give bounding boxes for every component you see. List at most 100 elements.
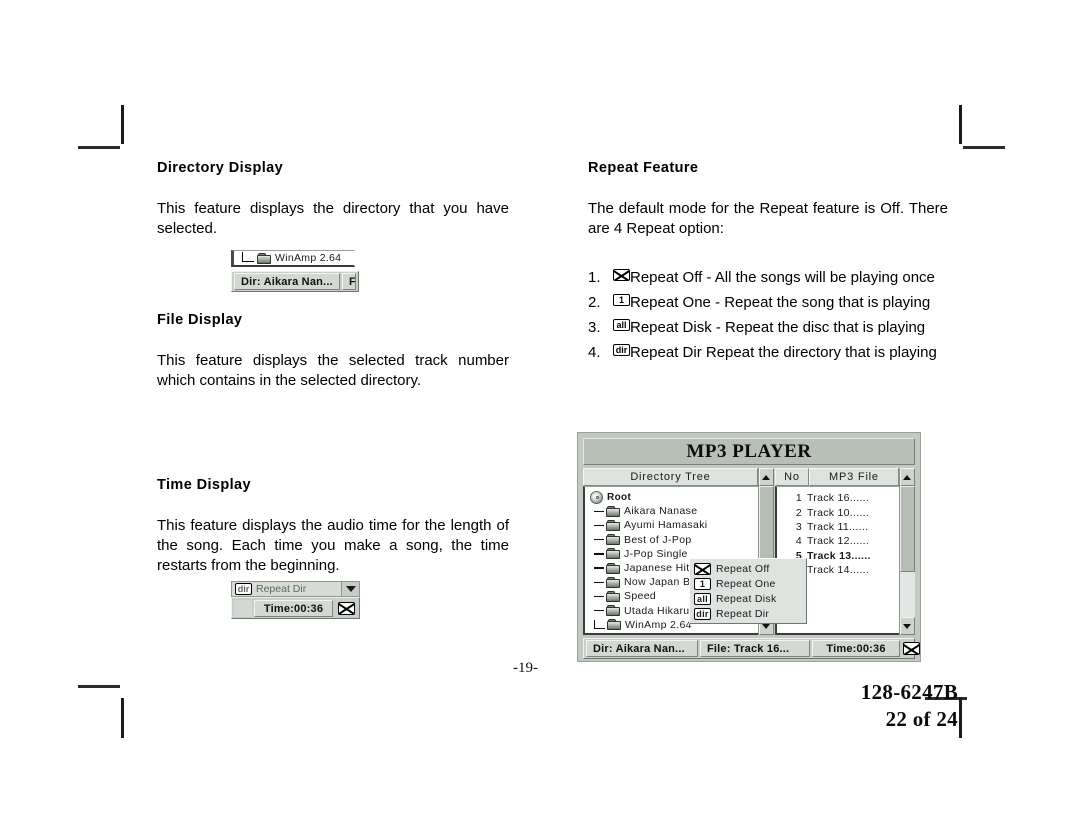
scroll-up-button[interactable] <box>899 468 915 486</box>
tree-branch-icon <box>594 524 604 527</box>
repeat-off-icon[interactable] <box>338 601 355 615</box>
status-repeat-mode-indicator[interactable] <box>903 642 920 655</box>
triangle-up-icon <box>762 474 771 480</box>
repeat-option-1-number: 1. <box>588 269 601 287</box>
folder-icon <box>606 590 620 602</box>
mp3-player-body: Directory Tree Root Aikara Nanase Ayumi … <box>583 468 915 635</box>
snippet-tree-row: WinAmp 2.64 <box>231 250 355 267</box>
mp3-player-window: MP3 PLAYER Directory Tree Root Aikara Na… <box>577 432 921 662</box>
folder-icon <box>606 548 620 560</box>
heading-time-display: Time Display <box>157 477 251 493</box>
triangle-down-icon <box>903 623 912 629</box>
tree-elbow-icon <box>242 252 254 262</box>
paragraph-repeat-feature: The default mode for the Repeat feature … <box>588 200 948 238</box>
heading-directory-display: Directory Display <box>157 160 284 176</box>
right-text-column: Repeat Feature The default mode for the … <box>588 160 948 367</box>
snippet-status-time: Time:00:36 <box>254 599 333 617</box>
folder-icon <box>257 252 271 264</box>
tree-branch-icon <box>594 581 604 583</box>
crop-mark-top-left-horizontal <box>78 146 120 149</box>
repeat-option-4-text: Repeat Dir Repeat the directory that is … <box>630 344 937 362</box>
repeat-off-icon <box>694 562 711 575</box>
scroll-down-button[interactable] <box>899 617 915 635</box>
crop-mark-bottom-right-vertical <box>959 698 962 738</box>
time-snippet-repeat-label: Repeat Dir <box>256 583 307 595</box>
file-row[interactable]: 4 Track 12...... <box>777 534 899 548</box>
heading-file-display: File Display <box>157 312 243 328</box>
tree-item-aikara-nanase[interactable]: Aikara Nanase <box>590 504 758 518</box>
tree-item-label: Best of J-Pop <box>624 533 692 546</box>
repeat-option-3-number: 3. <box>588 319 601 337</box>
folder-icon <box>607 619 621 631</box>
triangle-up-icon <box>903 474 912 480</box>
tree-branch-icon <box>594 538 604 541</box>
tree-item-label: Speed <box>624 590 657 603</box>
directory-display-snippet: WinAmp 2.64 <box>231 250 355 272</box>
time-snippet-statusbar: Time:00:36 <box>231 597 360 619</box>
file-row-name: Track 11...... <box>806 520 869 533</box>
file-row[interactable]: 2 Track 10...... <box>777 505 899 519</box>
mp3-player-titlebar: MP3 PLAYER <box>583 438 915 465</box>
tree-branch-icon <box>594 567 604 569</box>
tree-branch-icon <box>594 595 604 598</box>
file-row-name: Track 12...... <box>806 535 870 548</box>
repeat-one-icon: 1 <box>694 577 711 590</box>
menu-item-repeat-one[interactable]: 1 Repeat One <box>692 576 806 591</box>
mp3-file-scrollbar[interactable] <box>898 468 915 635</box>
time-snippet-repeat-strip: dir Repeat Dir <box>231 581 360 597</box>
dropdown-arrow-button[interactable] <box>341 582 359 596</box>
folder-icon <box>606 534 620 546</box>
menu-item-label: Repeat Off <box>716 562 770 575</box>
folder-icon <box>606 562 620 574</box>
snippet-tree-label: WinAmp 2.64 <box>275 252 342 264</box>
snippet-status-file-partial: F <box>342 273 356 290</box>
scroll-up-button[interactable] <box>758 468 774 486</box>
left-text-column: Directory Display This feature displays … <box>157 160 509 239</box>
repeat-disk-icon: all <box>694 592 711 605</box>
statusbar-left-pad <box>234 599 252 617</box>
file-row-name: Track 14...... <box>806 564 870 577</box>
repeat-disk-icon: all <box>613 319 630 332</box>
tree-item-label: J-Pop Single <box>624 547 688 560</box>
repeat-mode-dropdown-menu[interactable]: Repeat Off 1 Repeat One all Repeat Disk … <box>689 558 807 624</box>
menu-item-label: Repeat Disk <box>716 592 777 605</box>
crop-mark-bottom-left-horizontal <box>78 685 120 688</box>
triangle-down-icon <box>762 623 771 629</box>
tree-item-ayumi-hamasaki[interactable]: Ayumi Hamasaki <box>590 518 758 532</box>
scroll-track[interactable] <box>899 486 915 617</box>
folder-icon <box>606 576 620 588</box>
repeat-dir-icon: dir <box>694 607 711 620</box>
menu-item-repeat-disk[interactable]: all Repeat Disk <box>692 591 806 606</box>
repeat-one-icon: 1 <box>613 294 630 307</box>
tree-item-label: Aikara Nanase <box>624 505 698 518</box>
file-display-block: File Display This feature displays the s… <box>157 312 509 391</box>
crop-mark-top-right-vertical <box>959 105 962 144</box>
scroll-thumb[interactable] <box>899 486 915 572</box>
scroll-thumb[interactable] <box>758 486 774 564</box>
tree-item-best-of-j-pop[interactable]: Best of J-Pop <box>590 533 758 547</box>
menu-item-repeat-off[interactable]: Repeat Off <box>692 561 806 576</box>
file-row-name: Track 16...... <box>806 492 870 505</box>
tree-branch-icon <box>594 609 604 612</box>
tree-item-label: WinAmp 2.64 <box>625 618 692 631</box>
repeat-option-1-text: Repeat Off - All the songs will be playi… <box>630 269 935 287</box>
crop-mark-top-left-vertical <box>121 105 124 144</box>
column-header-no: No <box>774 468 809 486</box>
tree-branch-icon <box>594 553 604 555</box>
tree-item-label: Utada Hikaru <box>624 604 690 617</box>
file-row[interactable]: 3 Track 11...... <box>777 520 899 534</box>
file-row-name: Track 13...... <box>806 549 871 562</box>
menu-item-label: Repeat Dir <box>716 607 770 620</box>
sheet-number: 22 of 24 <box>885 707 958 731</box>
tree-branch-icon <box>594 510 604 512</box>
crop-mark-top-right-horizontal <box>963 146 1005 149</box>
tree-item-root[interactable]: Root <box>590 490 758 504</box>
menu-item-repeat-dir[interactable]: dir Repeat Dir <box>692 606 806 621</box>
tree-item-label: Root <box>607 491 632 503</box>
repeat-dir-icon: dir <box>235 583 252 595</box>
status-time: Time:00:36 <box>812 640 900 657</box>
time-display-block: Time Display This feature displays the a… <box>157 477 509 576</box>
repeat-off-icon <box>903 642 920 655</box>
document-footer: 128-6247B 22 of 24 <box>861 679 958 733</box>
file-row[interactable]: 1 Track 16...... <box>777 491 899 505</box>
